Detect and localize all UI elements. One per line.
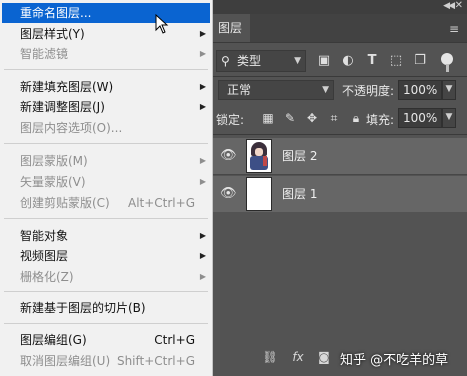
menu-item-layer-content-options[interactable]: 图层内容选项(O)... [0, 118, 211, 138]
submenu-arrow-icon: ▶ [199, 102, 206, 111]
menu-item-smart-filter[interactable]: 智能滤镜 ▶ [0, 44, 211, 64]
lock-position-icon[interactable]: ✥ [304, 110, 320, 126]
submenu-arrow-icon: ▶ [199, 29, 206, 38]
menu-item-label: 矢量蒙版(V) [20, 175, 86, 189]
submenu-arrow-icon: ▶ [199, 177, 206, 186]
menu-separator [4, 291, 208, 292]
menu-item-label: 重命名图层... [20, 6, 92, 20]
menu-item-label: 视频图层 [20, 249, 69, 263]
menu-item-shortcut: Ctrl+G [154, 333, 195, 347]
menu-separator [4, 69, 208, 70]
link-icon[interactable]: ⛓︎ [262, 350, 278, 364]
menu-item-label: 新建调整图层(J) [20, 100, 105, 114]
layer-row[interactable]: 👁︎ 图层 2 [210, 138, 467, 174]
chevron-down-icon: ▼ [294, 56, 301, 66]
menu-item-label: 智能滤镜 [20, 47, 69, 61]
submenu-arrow-icon: ▶ [199, 231, 206, 240]
lock-brush-icon[interactable]: ✎ [282, 110, 298, 126]
watermark: 知乎 @不吃羊的草 [340, 353, 449, 368]
menu-item-label: 图层样式(Y) [20, 27, 85, 41]
menu-separator [4, 143, 208, 144]
divider [210, 42, 467, 43]
menu-item-label: 图层编组(G) [20, 333, 87, 347]
submenu-arrow-icon: ▶ [199, 49, 206, 58]
blend-mode-value: 正常 [227, 83, 252, 97]
menu-separator [4, 218, 208, 219]
tab-layers[interactable]: 图层 [210, 14, 250, 42]
layer-context-menu: 重命名图层... 图层样式(Y) ▶ 智能滤镜 ▶ 新建填充图层(W) ▶ 新建… [0, 0, 213, 376]
divider [210, 134, 467, 135]
fx-icon[interactable]: fx [290, 350, 306, 364]
menu-item-label: 取消图层编组(U) [20, 354, 111, 368]
panel-header-strip: ◀◀ ✕ [210, 0, 467, 14]
panel-tabbar: 图层 ≡ [210, 14, 467, 42]
pixel-filter-icon[interactable]: ▣ [316, 52, 332, 70]
smart-object-filter-icon[interactable]: ❐ [412, 52, 428, 70]
opacity-label: 不透明度: [342, 84, 395, 98]
mask-icon[interactable]: ◙ [316, 350, 332, 364]
row-separator [210, 174, 467, 175]
shape-filter-icon[interactable]: ⬚ [388, 52, 404, 70]
menu-item-label: 新建填充图层(W) [20, 80, 114, 94]
menu-item-ungroup-layers[interactable]: 取消图层编组(U) Shift+Ctrl+G [0, 351, 211, 371]
menu-item-layer-style[interactable]: 图层样式(Y) ▶ [0, 24, 211, 44]
chevron-down-icon: ▼ [322, 85, 329, 95]
collapse-panels-icon[interactable]: ◀◀ [443, 1, 455, 11]
lock-transparent-icon[interactable]: ▦ [260, 110, 276, 126]
submenu-arrow-icon: ▶ [199, 272, 206, 281]
layer-name[interactable]: 图层 2 [282, 138, 317, 174]
menu-item-smart-object[interactable]: 智能对象 ▶ [0, 226, 211, 246]
adjustment-filter-icon[interactable]: ◐ [340, 52, 356, 70]
fill-label: 填充: [366, 113, 395, 127]
lock-label: 锁定: [216, 113, 245, 127]
close-icon[interactable]: ✕ [455, 0, 463, 11]
layers-bottom-bar: ⛓︎ fx ◙ 知乎 @不吃羊的草 [210, 340, 467, 376]
submenu-arrow-icon: ▶ [199, 251, 206, 260]
menu-separator [4, 323, 208, 324]
menu-item-layer-mask[interactable]: 图层蒙版(M) ▶ [0, 151, 211, 171]
visibility-eye-icon[interactable]: 👁︎ [220, 149, 237, 163]
layers-panel: ◀◀ ✕ 图层 ≡ ⚲ 类型 ▼ ▣ ◐ T ⬚ ❐ 正常 ▼ 不透明度: 10… [210, 0, 467, 376]
menu-item-new-adjustment-layer[interactable]: 新建调整图层(J) ▶ [0, 97, 211, 117]
menu-item-label: 栅格化(Z) [20, 270, 74, 284]
menu-item-group-layers[interactable]: 图层编组(G) Ctrl+G [0, 330, 211, 350]
mouse-cursor-icon [155, 14, 169, 34]
menu-item-new-layer-based-slice[interactable]: 新建基于图层的切片(B) [0, 298, 211, 318]
menu-item-label: 智能对象 [20, 229, 69, 243]
menu-item-shortcut: Shift+Ctrl+G [116, 354, 195, 368]
menu-item-rasterize[interactable]: 栅格化(Z) ▶ [0, 267, 211, 287]
layer-row[interactable]: 👁︎ 图层 1 [210, 176, 467, 212]
layer-thumbnail [246, 139, 272, 173]
menu-item-label: 图层蒙版(M) [20, 154, 88, 168]
submenu-arrow-icon: ▶ [199, 82, 206, 91]
panel-menu-icon[interactable]: ≡ [449, 22, 459, 36]
opacity-input[interactable]: 100% [398, 80, 442, 100]
menu-item-rename-layer[interactable]: 重命名图层... [2, 3, 210, 23]
fill-chevron-icon[interactable]: ▼ [442, 108, 456, 128]
menu-item-shortcut: Alt+Ctrl+G [127, 196, 195, 210]
menu-item-label: 图层内容选项(O)... [20, 121, 123, 135]
search-icon: ⚲ [221, 54, 230, 68]
kind-filter-select[interactable]: ⚲ 类型 ▼ [216, 50, 306, 72]
divider [210, 76, 467, 77]
menu-item-vector-mask[interactable]: 矢量蒙版(V) ▶ [0, 172, 211, 192]
submenu-arrow-icon: ▶ [199, 156, 206, 165]
opacity-chevron-icon[interactable]: ▼ [442, 80, 456, 100]
menu-item-new-fill-layer[interactable]: 新建填充图层(W) ▶ [0, 77, 211, 97]
menu-item-label: 创建剪贴蒙版(C) [20, 196, 110, 210]
menu-item-video-layer[interactable]: 视频图层 ▶ [0, 246, 211, 266]
visibility-eye-icon[interactable]: 👁︎ [220, 187, 237, 201]
filter-toggle-stem [446, 64, 449, 72]
menu-item-create-clipping-mask[interactable]: 创建剪贴蒙版(C) Alt+Ctrl+G [0, 193, 211, 213]
layer-name[interactable]: 图层 1 [282, 176, 317, 212]
type-filter-icon[interactable]: T [364, 52, 380, 70]
lock-all-icon[interactable]: 🔒︎ [348, 110, 364, 126]
blend-mode-select[interactable]: 正常 ▼ [218, 80, 334, 100]
menu-item-label: 新建基于图层的切片(B) [20, 301, 146, 315]
layer-thumbnail [246, 177, 272, 211]
kind-filter-label: 类型 [237, 54, 262, 68]
lock-artboard-icon[interactable]: ⌗ [326, 110, 342, 126]
fill-input[interactable]: 100% [398, 108, 442, 128]
